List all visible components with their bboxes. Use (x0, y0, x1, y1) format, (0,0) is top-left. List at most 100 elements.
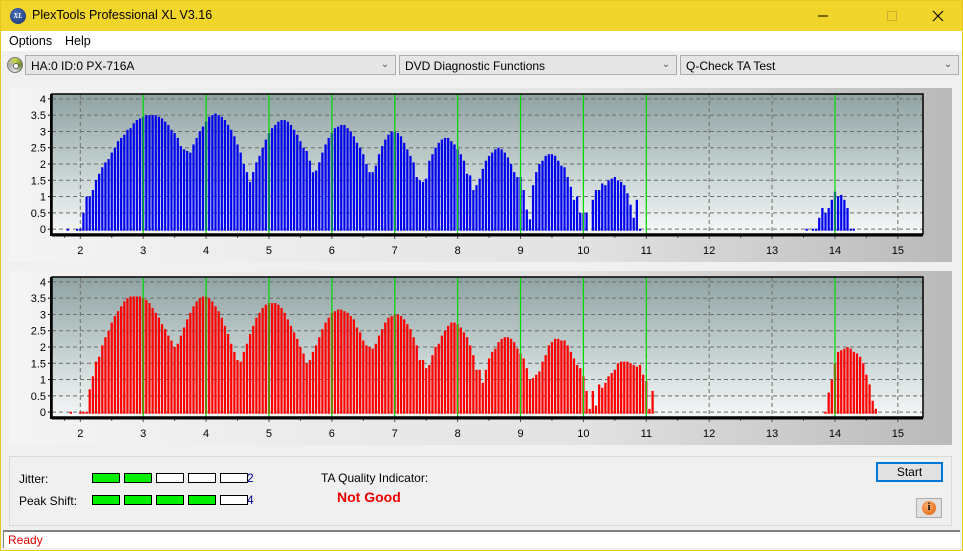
histogram-bar (223, 325, 227, 414)
histogram-bar (343, 311, 346, 414)
histogram-bar (148, 303, 151, 414)
histogram-bar (443, 137, 447, 231)
test-select[interactable]: Q-Check TA Test ⌄ (680, 55, 959, 75)
histogram-bar (415, 177, 418, 231)
histogram-bar (475, 185, 478, 231)
histogram-bar (258, 312, 261, 414)
histogram-bar (381, 146, 384, 231)
histogram-bar (418, 360, 422, 414)
menu-options[interactable]: Options (9, 34, 52, 48)
histogram-bar (170, 340, 173, 414)
histogram-bar (327, 137, 330, 231)
peak-shift-meter-segment (92, 495, 120, 505)
jitter-meter-segment (188, 473, 216, 483)
histogram-bar (280, 120, 283, 231)
histogram-bar (648, 408, 651, 414)
minimize-icon (818, 15, 828, 17)
histogram-bar (840, 350, 843, 414)
histogram-bar (528, 379, 532, 414)
histogram-bar (814, 228, 818, 231)
histogram-bar (547, 154, 550, 231)
histogram-bar (85, 411, 88, 414)
histogram-bar (538, 371, 541, 414)
histogram-bar (242, 164, 245, 231)
x-tick-label: 9 (517, 428, 523, 440)
histogram-bar (239, 152, 242, 231)
histogram-bar (390, 316, 393, 414)
histogram-bar (827, 392, 830, 414)
histogram-bar (632, 364, 635, 414)
histogram-bar (491, 152, 494, 231)
y-tick-label: 4 (40, 94, 46, 106)
histogram-bar (616, 363, 620, 414)
peak-shift-meter-segment (220, 495, 248, 505)
maximize-button[interactable] (869, 1, 915, 31)
histogram-bar (840, 194, 843, 231)
histogram-bar (355, 327, 359, 414)
histogram-bar (314, 170, 318, 231)
histogram-bar (642, 374, 645, 414)
histogram-bar (575, 196, 579, 231)
close-icon (932, 10, 944, 22)
x-tick-label: 5 (266, 245, 272, 257)
histogram-bar (403, 319, 406, 414)
bottom-chart: 0 0.5 1 1.5 2 2.5 3 3.5 4 2 3 4 5 6 7 8 9 10 11 12 13 14 15 (31, 276, 924, 440)
histogram-bar (368, 347, 371, 414)
minimize-button[interactable] (800, 1, 846, 31)
histogram-bar (261, 307, 264, 414)
histogram-bar (292, 332, 296, 414)
jitter-meter-segment (92, 473, 120, 483)
histogram-bar (236, 360, 239, 414)
histogram-bar (132, 296, 135, 414)
histogram-bar (79, 411, 82, 414)
function-select[interactable]: DVD Diagnostic Functions ⌄ (399, 55, 677, 75)
histogram-bar (651, 390, 654, 414)
histogram-bar (418, 180, 422, 231)
histogram-bar (123, 301, 126, 414)
histogram-bar (192, 306, 195, 414)
histogram-bar (843, 199, 846, 231)
start-button[interactable]: Start (876, 462, 943, 482)
histogram-bar (296, 134, 299, 231)
histogram-bar (494, 348, 497, 414)
histogram-bar (154, 312, 157, 414)
histogram-bar (399, 136, 403, 231)
histogram-bar (453, 144, 456, 231)
histogram-bar (182, 149, 186, 231)
histogram-bar (431, 355, 434, 414)
x-tick-label: 10 (577, 245, 589, 257)
histogram-bar (858, 356, 862, 414)
histogram-bar (242, 351, 245, 414)
histogram-bar (563, 340, 566, 414)
menu-help[interactable]: Help (65, 34, 91, 48)
histogram-bar (283, 120, 286, 231)
histogram-bar (116, 141, 120, 231)
drive-select[interactable]: HA:0 ID:0 PX-716A ⌄ (25, 55, 396, 75)
status-bar: Ready (3, 530, 960, 548)
histogram-bar (176, 343, 179, 414)
chevron-down-icon: ⌄ (943, 59, 953, 70)
histogram-bar (280, 307, 283, 414)
histogram-bar (597, 384, 601, 414)
app-logo-icon: XL (10, 8, 26, 24)
histogram-bar (579, 212, 582, 231)
histogram-bar (179, 146, 183, 231)
histogram-bar (258, 155, 261, 231)
histogram-bar (362, 340, 365, 414)
chevron-down-icon: ⌄ (661, 59, 671, 70)
close-button[interactable] (915, 1, 961, 31)
histogram-bar (469, 345, 472, 414)
histogram-bar (472, 355, 475, 414)
histogram-bar (324, 144, 327, 231)
histogram-bar (377, 335, 381, 414)
histogram-bar (192, 144, 195, 231)
info-button[interactable]: i (916, 498, 942, 518)
histogram-bar (79, 228, 82, 231)
histogram-bar (94, 180, 98, 231)
histogram-bar (255, 162, 258, 231)
histogram-bar (233, 351, 236, 414)
histogram-bar (836, 351, 840, 414)
histogram-bar (635, 366, 638, 414)
histogram-bar (82, 411, 85, 414)
histogram-bar (638, 228, 642, 231)
